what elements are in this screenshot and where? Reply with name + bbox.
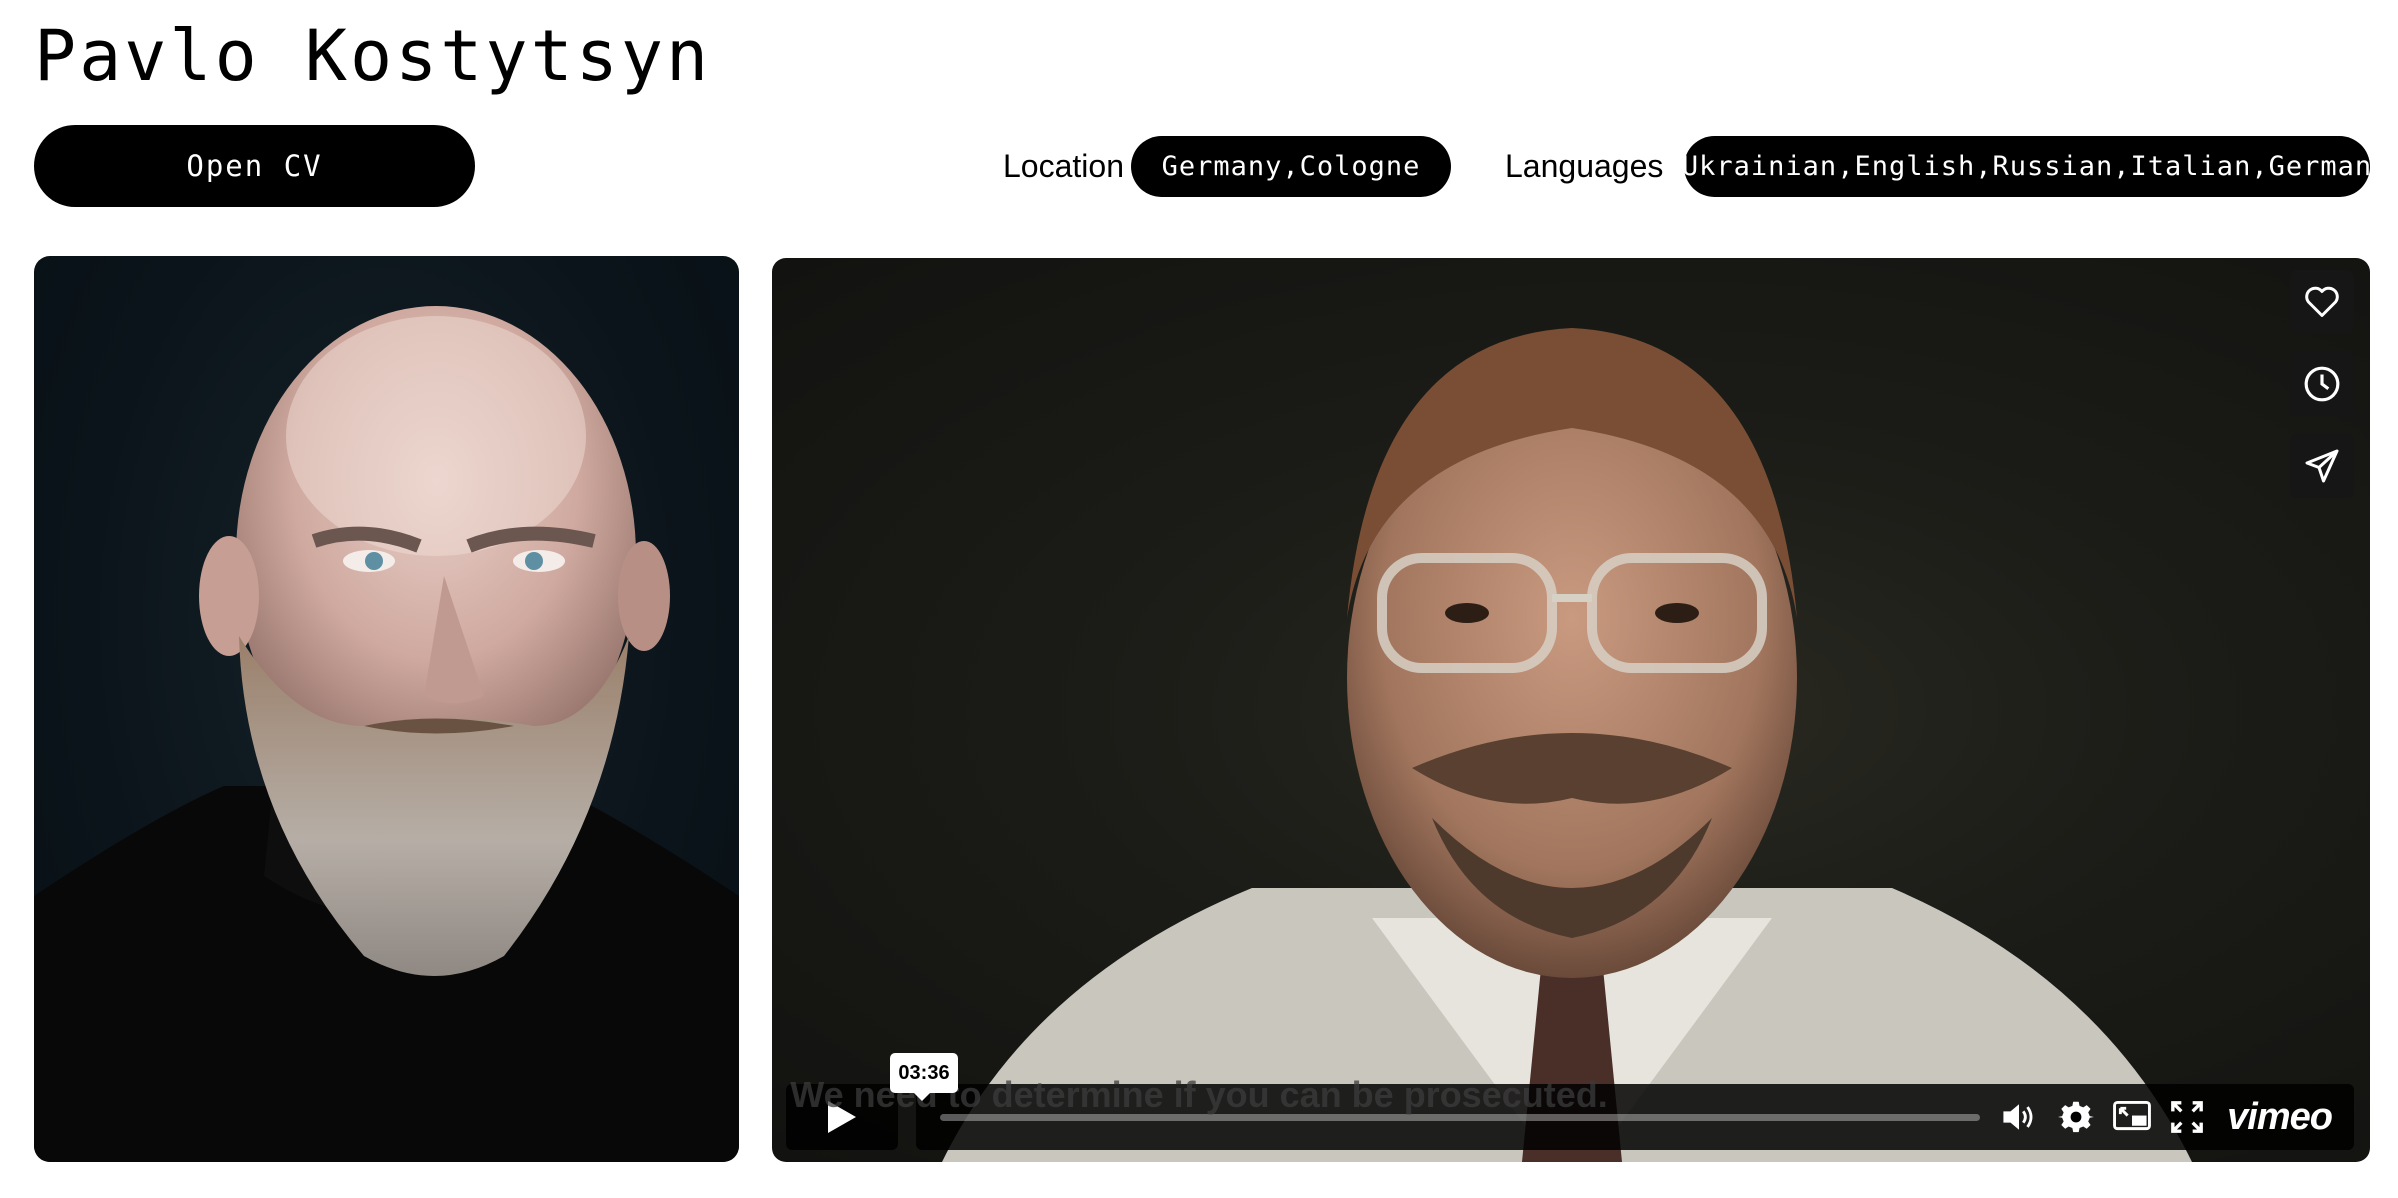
- play-button[interactable]: [786, 1084, 898, 1150]
- vimeo-logo[interactable]: vimeo: [2227, 1094, 2333, 1140]
- pip-icon: [2113, 1101, 2151, 1131]
- page-title: Pavlo Kostytsyn: [34, 15, 712, 97]
- clock-icon: [2304, 366, 2340, 402]
- settings-icon: [2058, 1101, 2094, 1133]
- languages-label: Languages: [1505, 148, 1664, 184]
- volume-icon: [2003, 1104, 2033, 1130]
- video-frame: [942, 328, 2192, 1162]
- picture-in-picture-button[interactable]: [2109, 1094, 2155, 1140]
- share-button[interactable]: [2290, 434, 2354, 498]
- control-bar: vimeo: [916, 1084, 2354, 1150]
- open-cv-button[interactable]: Open CV: [34, 125, 475, 207]
- settings-button[interactable]: [2053, 1094, 2099, 1140]
- like-button[interactable]: [2290, 270, 2354, 334]
- heart-icon: [2305, 286, 2339, 317]
- watch-later-button[interactable]: [2290, 352, 2354, 416]
- portrait-photo: [34, 256, 739, 1162]
- fullscreen-button[interactable]: [2164, 1094, 2210, 1140]
- player-controls: vimeo: [786, 1084, 2354, 1150]
- volume-button[interactable]: [1996, 1094, 2042, 1140]
- send-icon: [2305, 449, 2339, 483]
- location-label: Location: [1003, 148, 1124, 184]
- languages-badge: Ukrainian,English,Russian,Italian,German: [1682, 136, 2371, 197]
- fullscreen-icon: [2171, 1101, 2203, 1133]
- location-badge: Germany,Cologne: [1131, 136, 1451, 197]
- progress-track[interactable]: [940, 1114, 1980, 1121]
- time-tooltip: 03:36: [890, 1053, 958, 1101]
- video-player[interactable]: vimeo: [772, 258, 2370, 1162]
- play-icon: [828, 1101, 856, 1133]
